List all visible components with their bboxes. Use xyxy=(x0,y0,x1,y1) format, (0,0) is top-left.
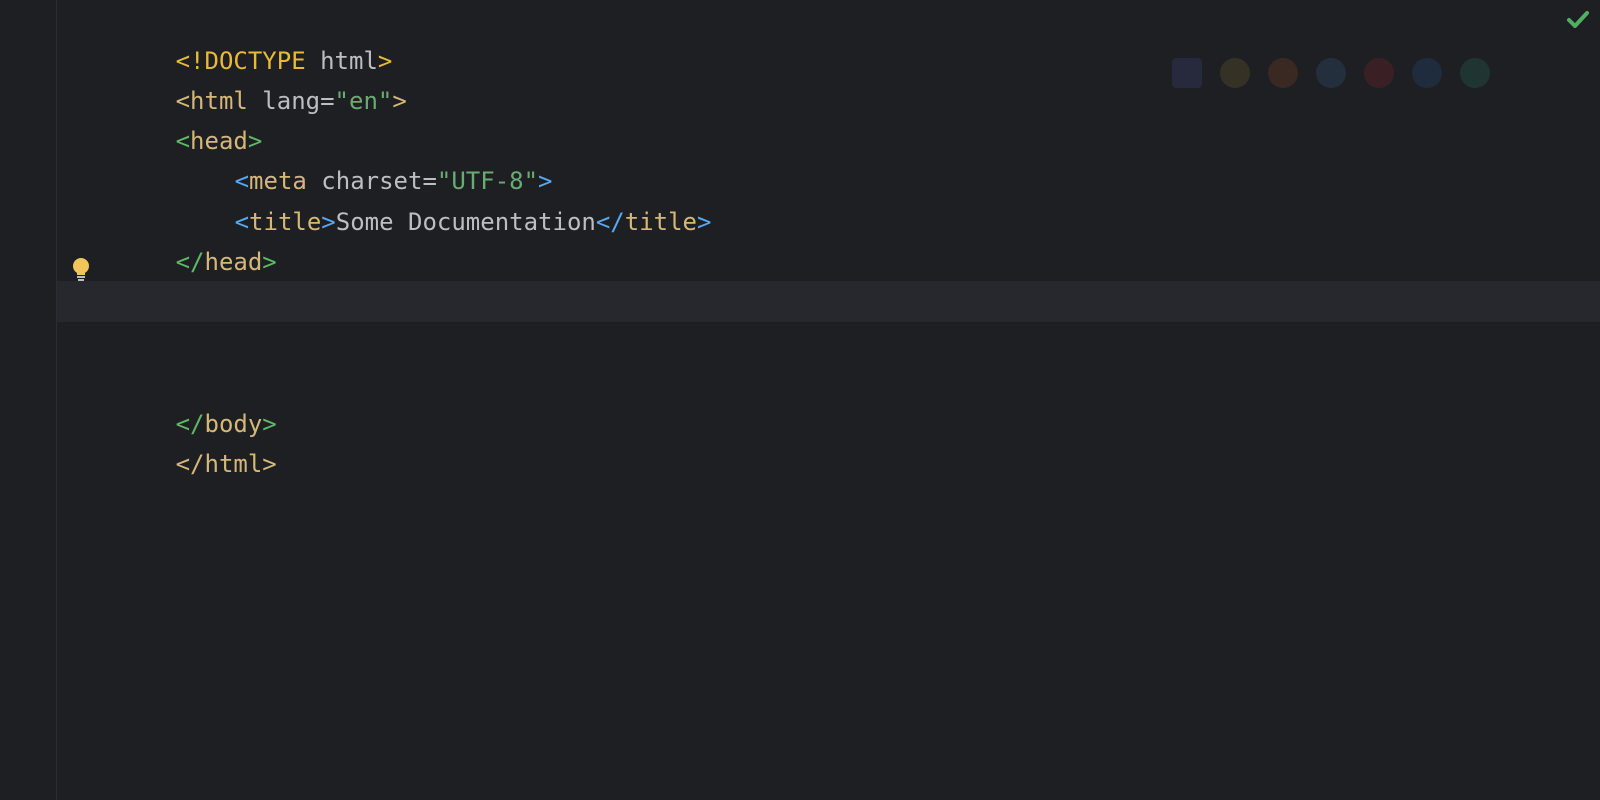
tag-html: html xyxy=(204,450,263,478)
code-line-6[interactable]: </head> xyxy=(0,201,1600,276)
ie-icon[interactable] xyxy=(1412,58,1442,88)
firefox-icon[interactable] xyxy=(1268,58,1298,88)
code-line-1[interactable]: <!DOCTYPE html> xyxy=(0,0,1600,75)
chrome-icon[interactable] xyxy=(1220,58,1250,88)
code-line-7[interactable]: <body> xyxy=(0,241,1600,316)
opera-icon[interactable] xyxy=(1364,58,1394,88)
code-area[interactable]: <!DOCTYPE html> <html lang="en"> <head> … xyxy=(0,0,1600,800)
safari-icon[interactable] xyxy=(1316,58,1346,88)
code-line-8-current[interactable] xyxy=(0,281,1600,322)
code-line-4[interactable]: <meta charset="UTF-8"> xyxy=(0,120,1600,195)
edge-icon[interactable] xyxy=(1460,58,1490,88)
check-icon[interactable] xyxy=(1566,8,1590,32)
intellij-browser-icon[interactable] xyxy=(1172,58,1202,88)
editor-gutter[interactable] xyxy=(0,0,57,800)
tag-bracket: </ xyxy=(175,450,205,478)
tag-bracket: > xyxy=(262,450,277,478)
code-line-10[interactable]: </body> xyxy=(0,363,1600,438)
lightbulb-icon[interactable] xyxy=(70,257,92,285)
code-line-11[interactable]: </html> xyxy=(0,403,1600,478)
code-line-9[interactable] xyxy=(0,322,1600,363)
code-editor[interactable]: <!DOCTYPE html> <html lang="en"> <head> … xyxy=(0,0,1600,800)
code-line-5[interactable]: <title>Some Documentation</title> xyxy=(0,161,1600,236)
browser-preview-bar[interactable] xyxy=(1172,58,1490,88)
